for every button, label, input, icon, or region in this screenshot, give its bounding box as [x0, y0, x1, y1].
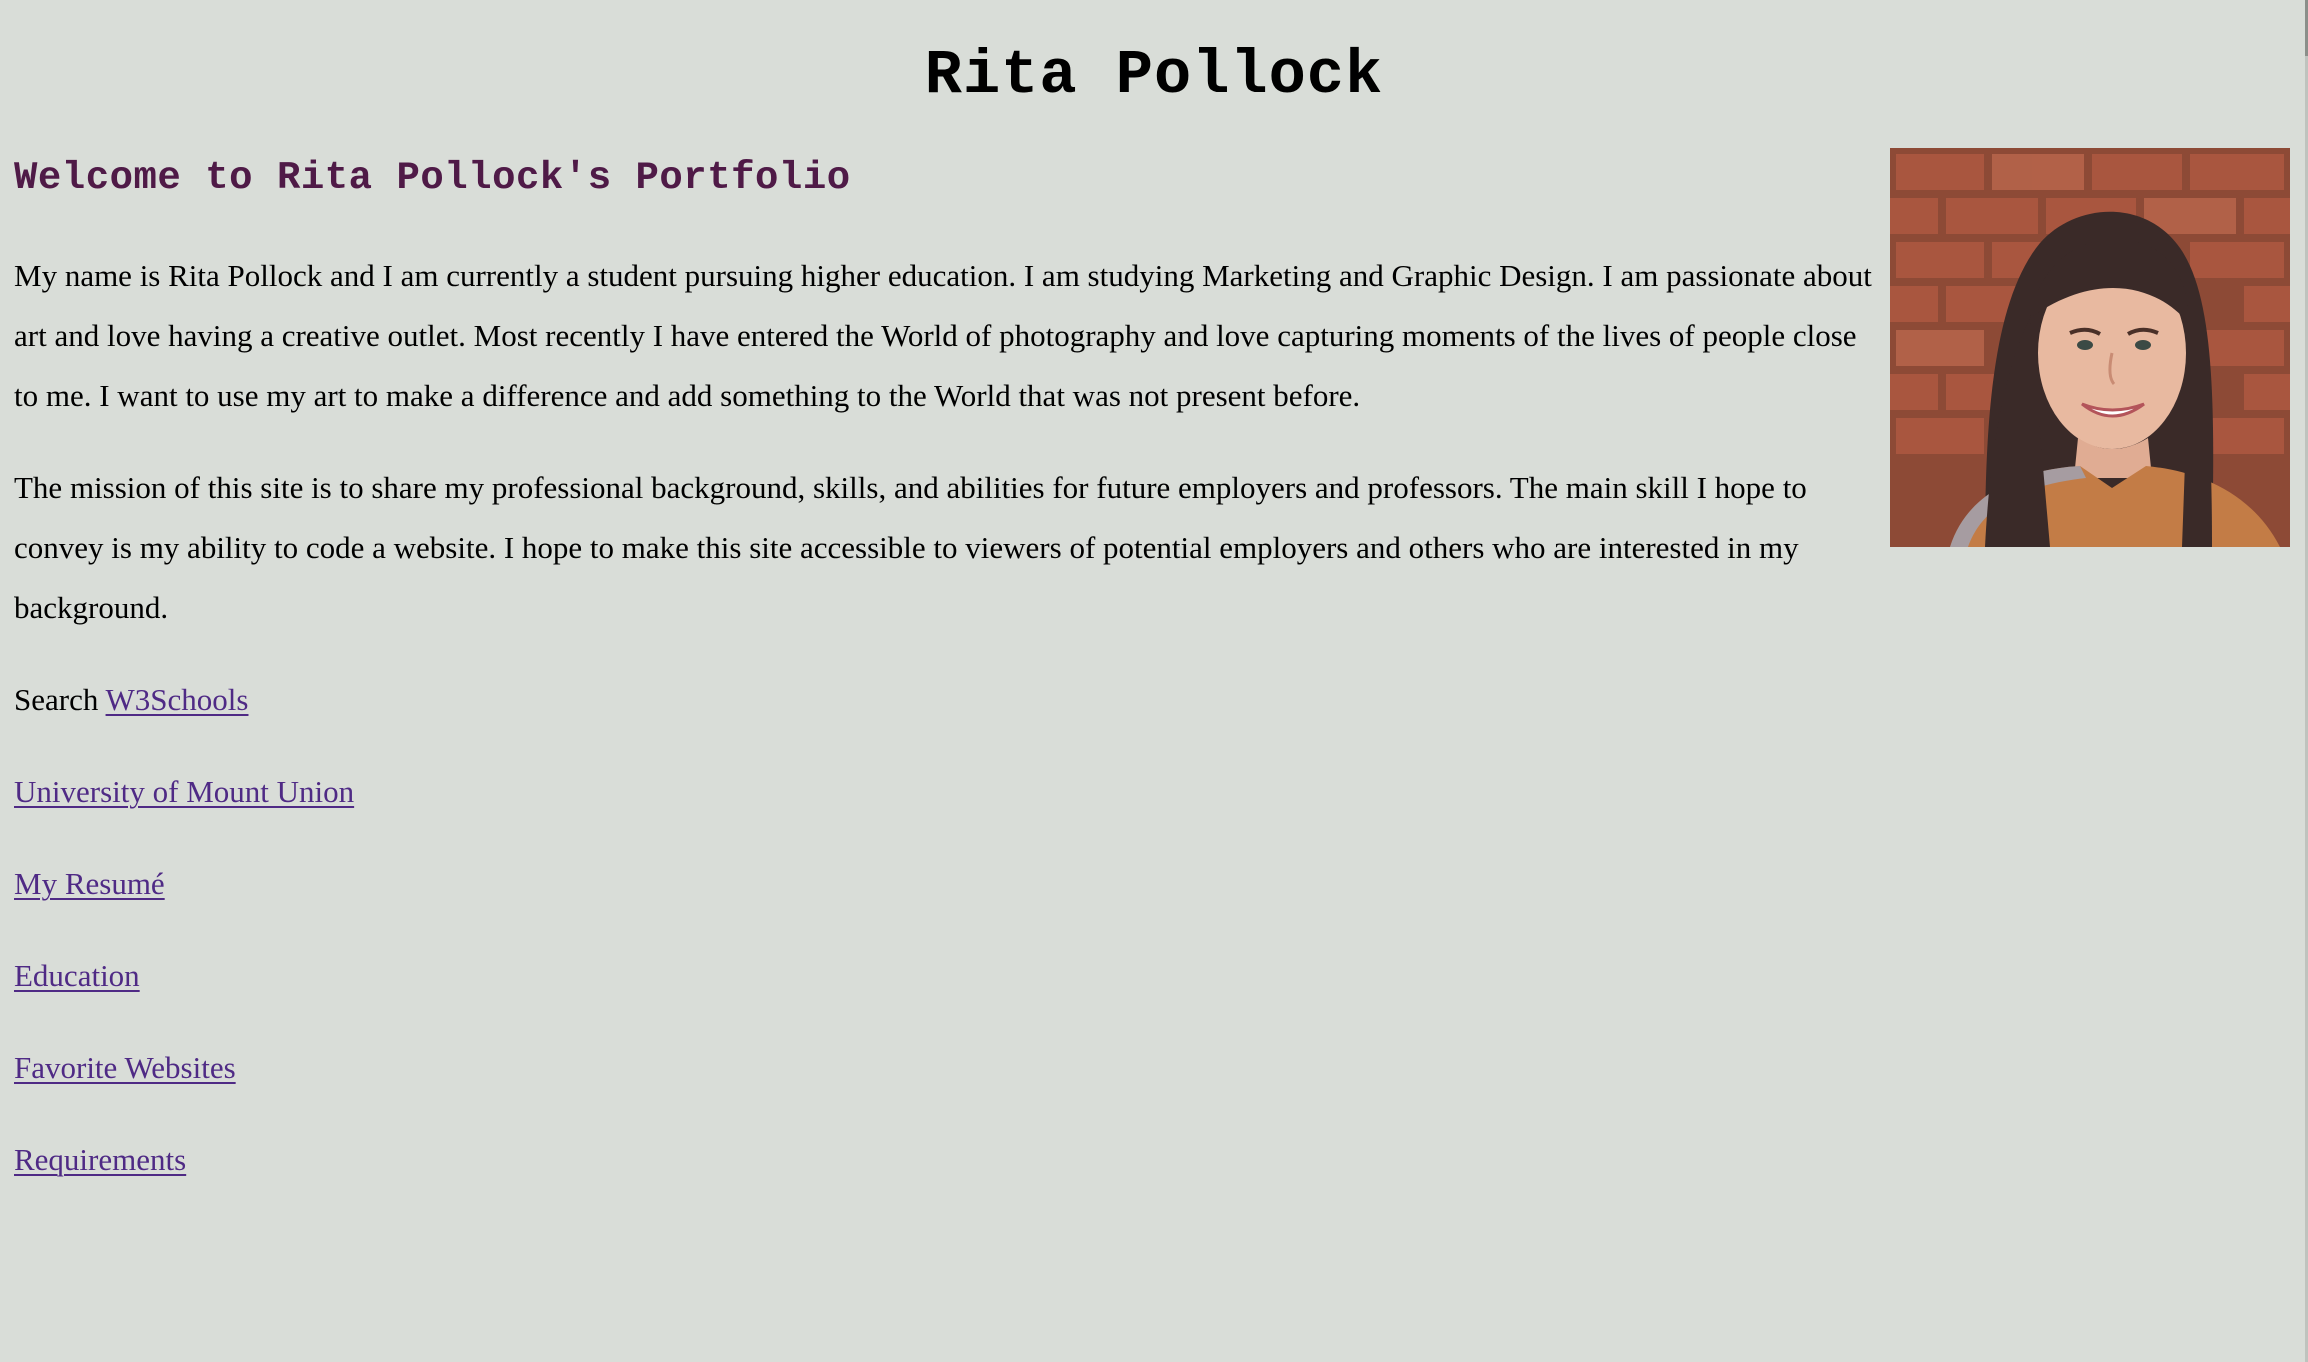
resume-link[interactable]: My Resumé	[14, 866, 165, 901]
search-prefix: Search	[14, 682, 99, 717]
requirements-link[interactable]: Requirements	[14, 1142, 186, 1177]
main-content: Welcome to Rita Pollock's Portfolio My n…	[14, 146, 1880, 1222]
university-link[interactable]: University of Mount Union	[14, 774, 354, 809]
welcome-heading: Welcome to Rita Pollock's Portfolio	[14, 156, 851, 200]
site-title: Rita Pollock	[924, 40, 1384, 111]
mission-paragraph: The mission of this site is to share my …	[14, 470, 1807, 625]
intro-paragraph: My name is Rita Pollock and I am current…	[14, 258, 1872, 413]
favorite-websites-link[interactable]: Favorite Websites	[14, 1050, 236, 1085]
link-line-requirements: Requirements	[14, 1130, 1880, 1190]
link-line-university: University of Mount Union	[14, 762, 1880, 822]
w3schools-link[interactable]: W3Schools	[106, 682, 249, 717]
link-line-education: Education	[14, 946, 1880, 1006]
education-link[interactable]: Education	[14, 958, 140, 993]
link-line-resume: My Resumé	[14, 854, 1880, 914]
link-line-favorite-websites: Favorite Websites	[14, 1038, 1880, 1098]
profile-photo	[1890, 148, 2290, 547]
search-line: Search W3Schools	[14, 670, 1880, 730]
